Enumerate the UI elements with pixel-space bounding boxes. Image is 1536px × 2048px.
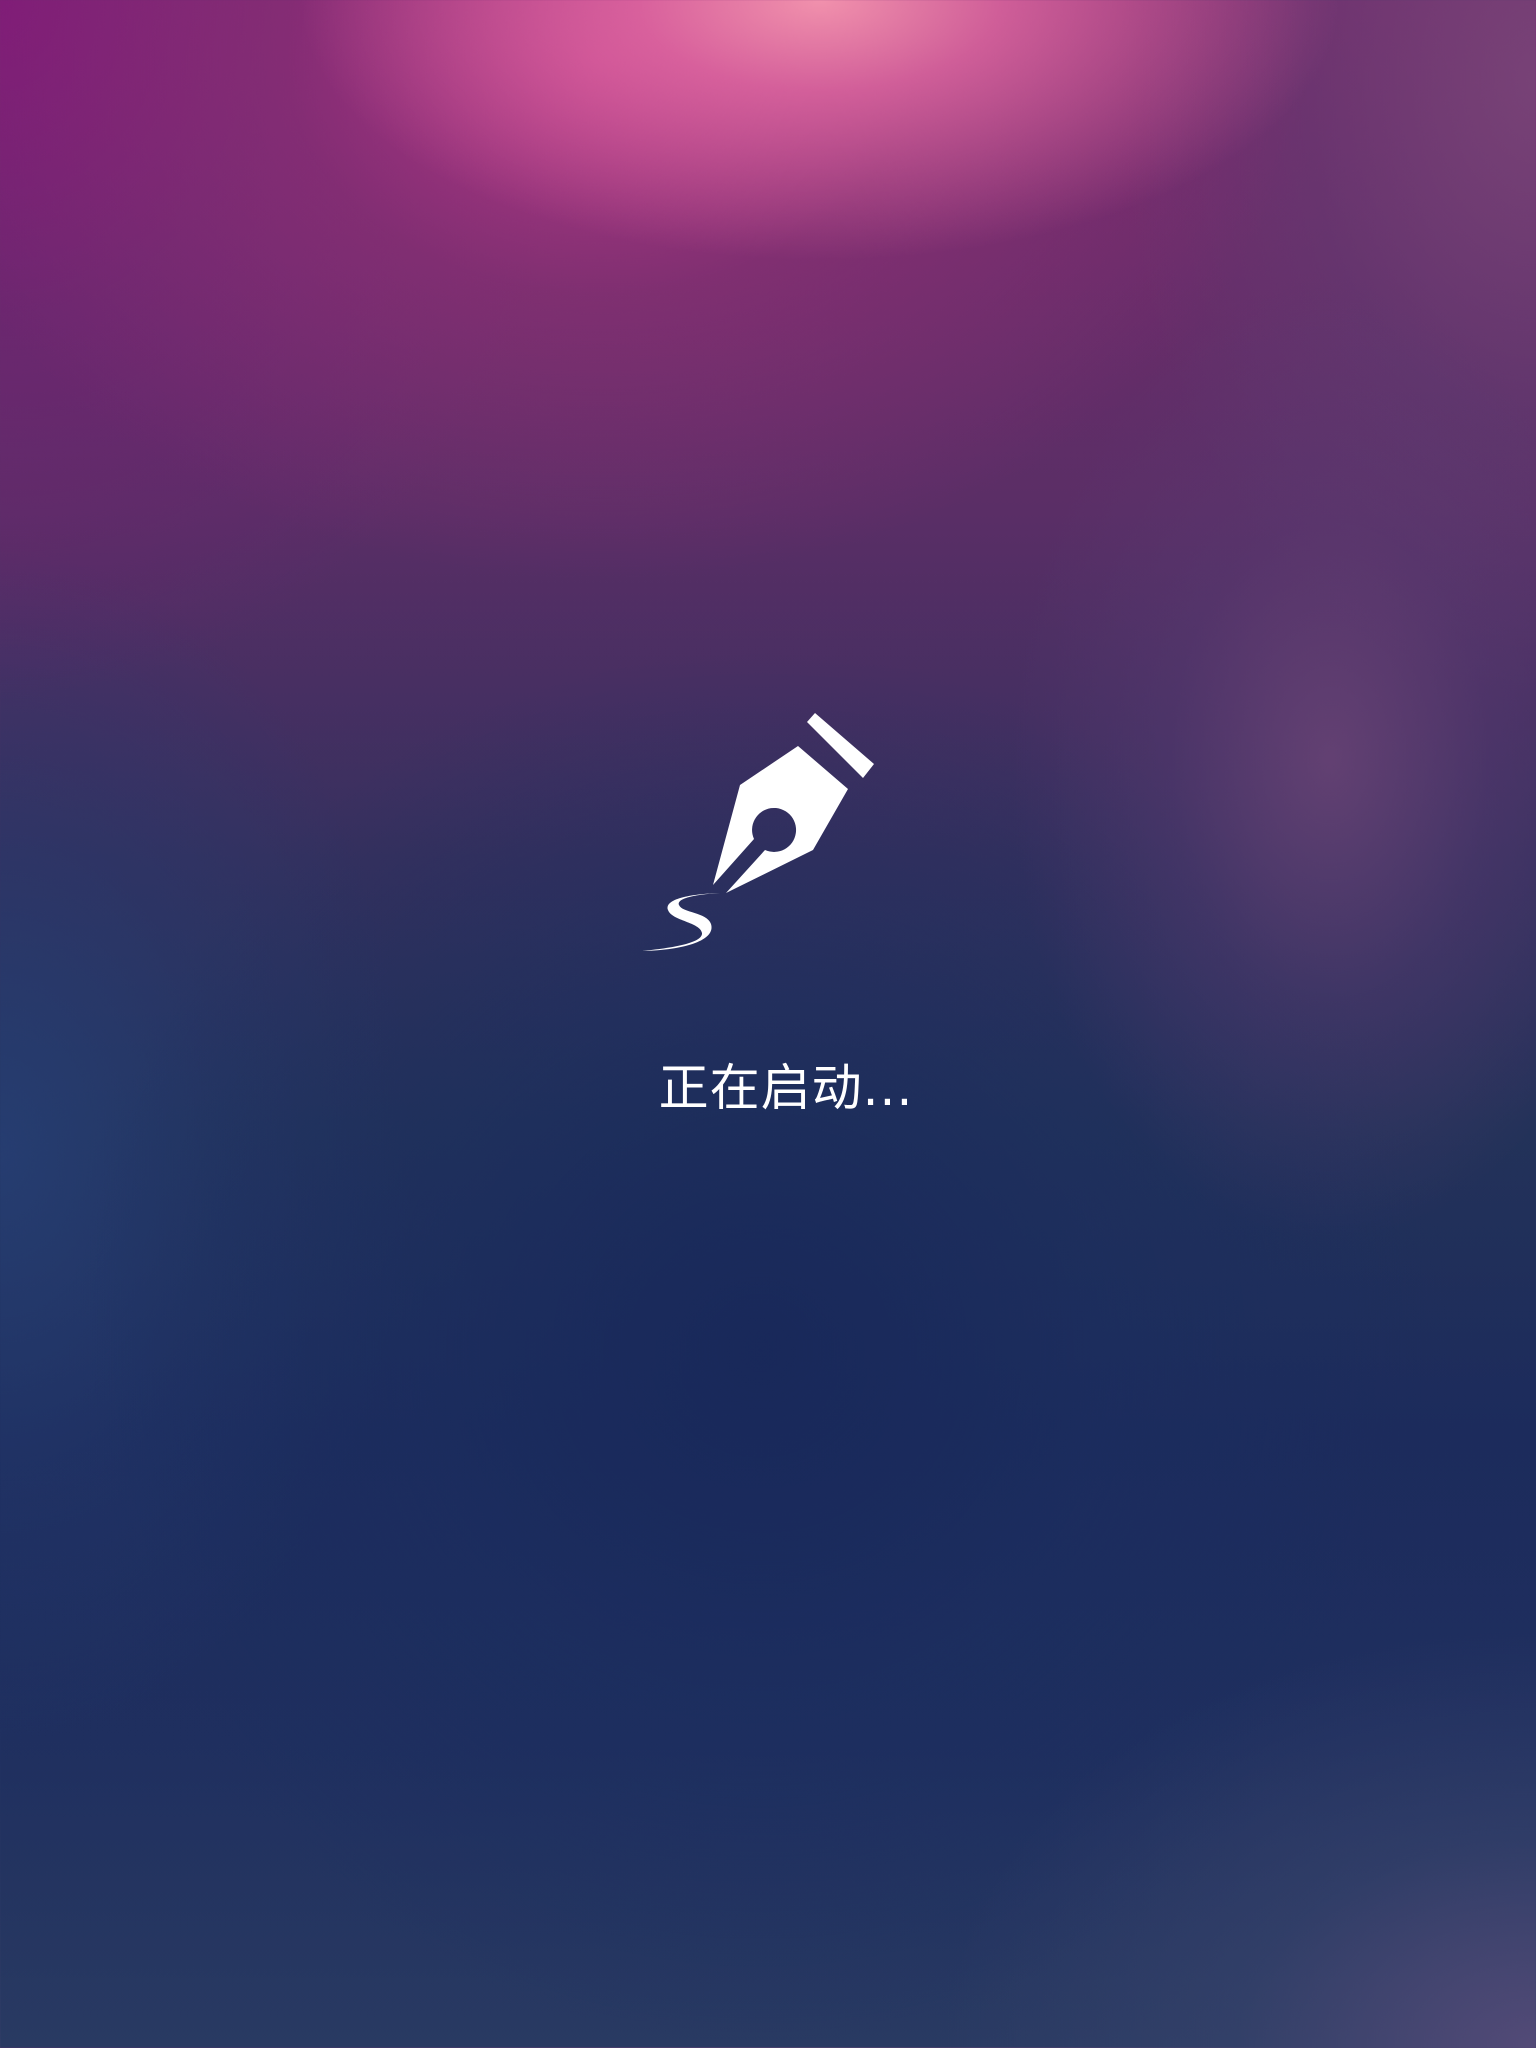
splash-screen: 正在启动...: [0, 0, 1536, 2048]
fountain-pen-icon: [636, 712, 876, 962]
loading-status-text: 正在启动...: [658, 1059, 914, 1117]
